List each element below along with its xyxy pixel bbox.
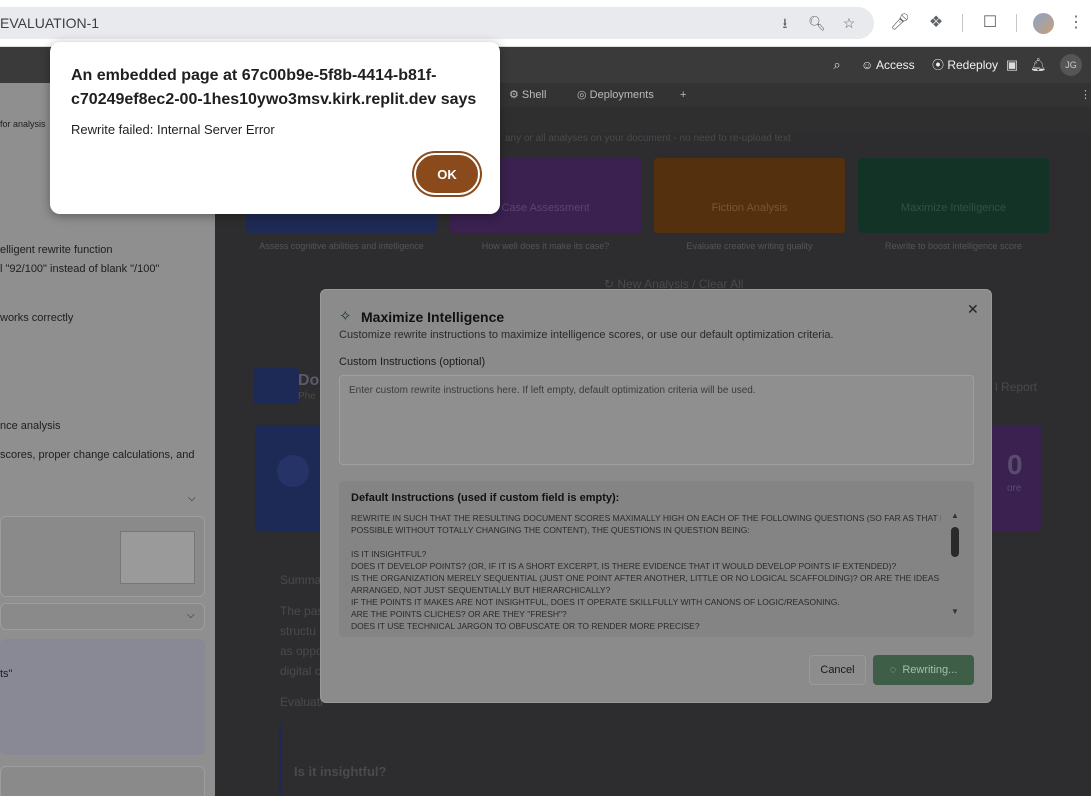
collapsed-section[interactable]: ⌵	[0, 603, 205, 630]
score-digit: 0	[1007, 449, 1023, 480]
instruction-line: POSSIBLE WITHOUT TOTALLY CHANGING THE CO…	[351, 525, 750, 535]
tab-deployments-label: Deployments	[589, 89, 654, 101]
tab-shell[interactable]: ⚙ Shell	[509, 87, 546, 103]
scroll-up-icon[interactable]: ▲	[950, 511, 960, 520]
more-menu-icon[interactable]: ⋮	[1066, 13, 1086, 33]
toolbar-divider	[962, 14, 963, 32]
notifications-bell-icon[interactable]: 🔔︎	[1030, 57, 1047, 73]
tile-caption: Assess cognitive abilities and intellige…	[259, 241, 424, 251]
evaluation-label: Evaluati	[280, 695, 323, 709]
instruction-line: ARRANGED, NOT JUST SEQUENTIALLY BUT HIER…	[351, 585, 611, 595]
redeploy-button[interactable]: ⦿ Redeploy	[932, 55, 998, 75]
intro-text: any or all analyses on your document - n…	[505, 133, 791, 144]
maximize-intelligence-dialog: ✧ Maximize Intelligence ✕ Customize rewr…	[320, 289, 992, 703]
alert-message: Rewrite failed: Internal Server Error	[71, 122, 275, 137]
user-message: ts"	[0, 639, 205, 755]
analysis-tile-maximize[interactable]: Maximize Intelligence	[858, 158, 1049, 233]
custom-instructions-input[interactable]	[339, 375, 974, 465]
chat-text: nce analysis	[0, 420, 61, 432]
tab-search-icon[interactable]: ☐	[980, 13, 1000, 33]
tabs-more-icon[interactable]: ⋮	[1080, 87, 1091, 103]
scrollbar[interactable]: ▲ ▼	[949, 511, 961, 621]
rewrite-button[interactable]: ◌ Rewriting...	[873, 655, 974, 685]
browser-alert-dialog: An embedded page at 67c00b9e-5f8b-4414-b…	[50, 42, 500, 214]
summary-line: digital c	[280, 664, 321, 678]
scrollbar-thumb[interactable]	[951, 527, 959, 557]
chat-text: l "92/100" instead of blank "/100"	[0, 263, 160, 275]
document-icon	[253, 368, 299, 404]
address-bar[interactable]: EVALUATION-1 ⭳ 🔍︎ ☆	[0, 7, 874, 39]
tile-caption: How well does it make its case?	[481, 241, 610, 251]
dialog-title: Maximize Intelligence	[361, 309, 505, 325]
sparkles-icon: ✧	[339, 308, 352, 325]
custom-instructions-label: Custom Instructions (optional)	[339, 356, 486, 368]
new-tab-button[interactable]: +	[680, 87, 686, 103]
bookmark-star-icon[interactable]: ☆	[840, 15, 858, 31]
instruction-line: IS IT INSIGHTFUL?	[351, 549, 427, 559]
default-instructions-text: REWRITE IN SUCH THAT THE RESULTING DOCUM…	[351, 512, 941, 632]
default-instructions-box: Default Instructions (used if custom fie…	[339, 481, 974, 637]
tile-caption: Evaluate creative writing quality	[686, 241, 813, 251]
profile-avatar[interactable]	[1033, 13, 1054, 34]
document-subtitle: Phe	[298, 391, 316, 402]
close-icon[interactable]: ✕	[967, 301, 979, 318]
microphone-icon[interactable]: 🎤︎	[890, 13, 910, 33]
document-title: Do	[298, 372, 320, 389]
scroll-down-icon[interactable]: ▼	[950, 607, 960, 616]
access-button[interactable]: ☺︎ Access	[861, 55, 915, 75]
analysis-tile-fiction[interactable]: Fiction Analysis	[654, 158, 845, 233]
chevron-down-icon[interactable]: ⌵	[187, 610, 195, 621]
chat-text: elligent rewrite function	[0, 244, 113, 256]
instruction-line: DOES IT DEVELOP POINTS? (OR, IF IT IS A …	[351, 561, 897, 571]
chat-text: works correctly	[0, 312, 74, 324]
cancel-button[interactable]: Cancel	[809, 655, 866, 685]
instruction-line	[351, 536, 941, 548]
address-bar-url[interactable]: EVALUATION-1	[0, 15, 99, 31]
summary-label: Summa	[280, 573, 322, 587]
tab-shell-label: Shell	[521, 89, 547, 101]
checkpoint-card[interactable]	[0, 516, 205, 597]
chat-text: ts"	[0, 668, 13, 680]
search-icon[interactable]: ⌕	[829, 57, 845, 73]
tile-caption: Rewrite to boost intelligence score	[884, 241, 1023, 251]
dialog-subtitle: Customize rewrite instructions to maximi…	[339, 329, 834, 341]
summary-line: as oppo	[280, 644, 323, 658]
summary-line: The pas	[280, 604, 324, 618]
install-app-icon[interactable]: ⭳	[776, 15, 794, 31]
instruction-line: DOES IT USE TECHNICAL JARGON TO OBFUSCAT…	[351, 621, 700, 631]
instruction-line: IF THE POINTS IT MAKES ARE NOT INSIGHTFU…	[351, 597, 840, 607]
instruction-line: ARE THE POINTS CLICHES? OR ARE THEY "FRE…	[351, 609, 567, 619]
score-caption: ore	[1007, 483, 1022, 494]
browser-toolbar: EVALUATION-1 ⭳ 🔍︎ ☆ 🎤︎ ❖ ☐ ⋮	[0, 0, 1091, 47]
question-heading: Is it insightful?	[294, 764, 387, 779]
rewrite-button-label: Rewriting...	[902, 664, 958, 676]
instruction-line: REWRITE IN SUCH THAT THE RESULTING DOCUM…	[351, 513, 941, 523]
download-report-button[interactable]: l Report	[995, 380, 1037, 394]
default-instructions-title: Default Instructions (used if custom fie…	[351, 492, 620, 504]
checkpoint-thumbnail[interactable]	[120, 531, 195, 584]
alert-title: An embedded page at 67c00b9e-5f8b-4414-b…	[71, 67, 477, 108]
ok-button[interactable]: OK	[414, 153, 480, 195]
devices-icon[interactable]: ▣	[1004, 57, 1020, 73]
tab-deployments[interactable]: ◎ Deployments	[577, 87, 654, 103]
brain-icon	[277, 455, 309, 487]
redeploy-label: Redeploy	[947, 58, 999, 72]
summary-line: structu	[280, 624, 317, 638]
toolbar-divider	[1016, 14, 1017, 32]
access-label: Access	[875, 58, 915, 72]
chat-text: for analysis	[0, 119, 46, 129]
chevron-down-icon[interactable]: ⌵	[188, 493, 196, 504]
tile-label: Fiction Analysis	[711, 202, 788, 214]
instruction-line: IS THE ORGANIZATION MERELY SEQUENTIAL (J…	[351, 573, 940, 583]
zoom-icon[interactable]: 🔍︎	[808, 15, 826, 31]
extensions-icon[interactable]: ❖	[926, 13, 946, 33]
question-accent-bar	[279, 723, 282, 796]
tile-label: Maximize Intelligence	[900, 202, 1007, 214]
user-avatar[interactable]: JG	[1060, 54, 1082, 76]
chat-input[interactable]	[0, 766, 205, 796]
chat-text: scores, proper change calculations, and	[0, 449, 195, 461]
